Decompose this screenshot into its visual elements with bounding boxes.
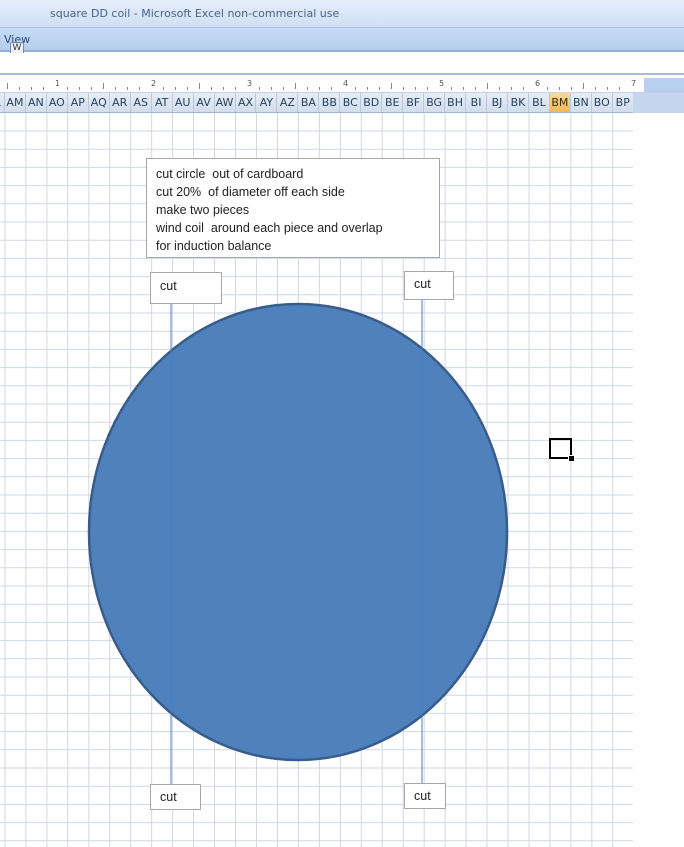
note-line: wind coil around each piece and overlap [156,221,383,235]
cut-label-top-left[interactable]: cut [150,272,222,304]
cut-label-bottom-right[interactable]: cut [404,783,446,809]
note-line: make two pieces [156,203,250,217]
note-line: for induction balance [156,239,272,253]
note-line: cut 20% of diameter off each side [156,185,345,199]
drawing-layer [87,300,509,784]
selected-cell[interactable] [549,438,575,462]
cut-label-bottom-left[interactable]: cut [150,784,201,810]
note-line: cut circle out of cardboard [156,167,304,181]
instructions-textbox[interactable]: cut circle out of cardboard cut 20% of di… [146,158,440,258]
cut-label-top-right[interactable]: cut [404,271,454,300]
cardboard-circle[interactable] [87,302,509,762]
